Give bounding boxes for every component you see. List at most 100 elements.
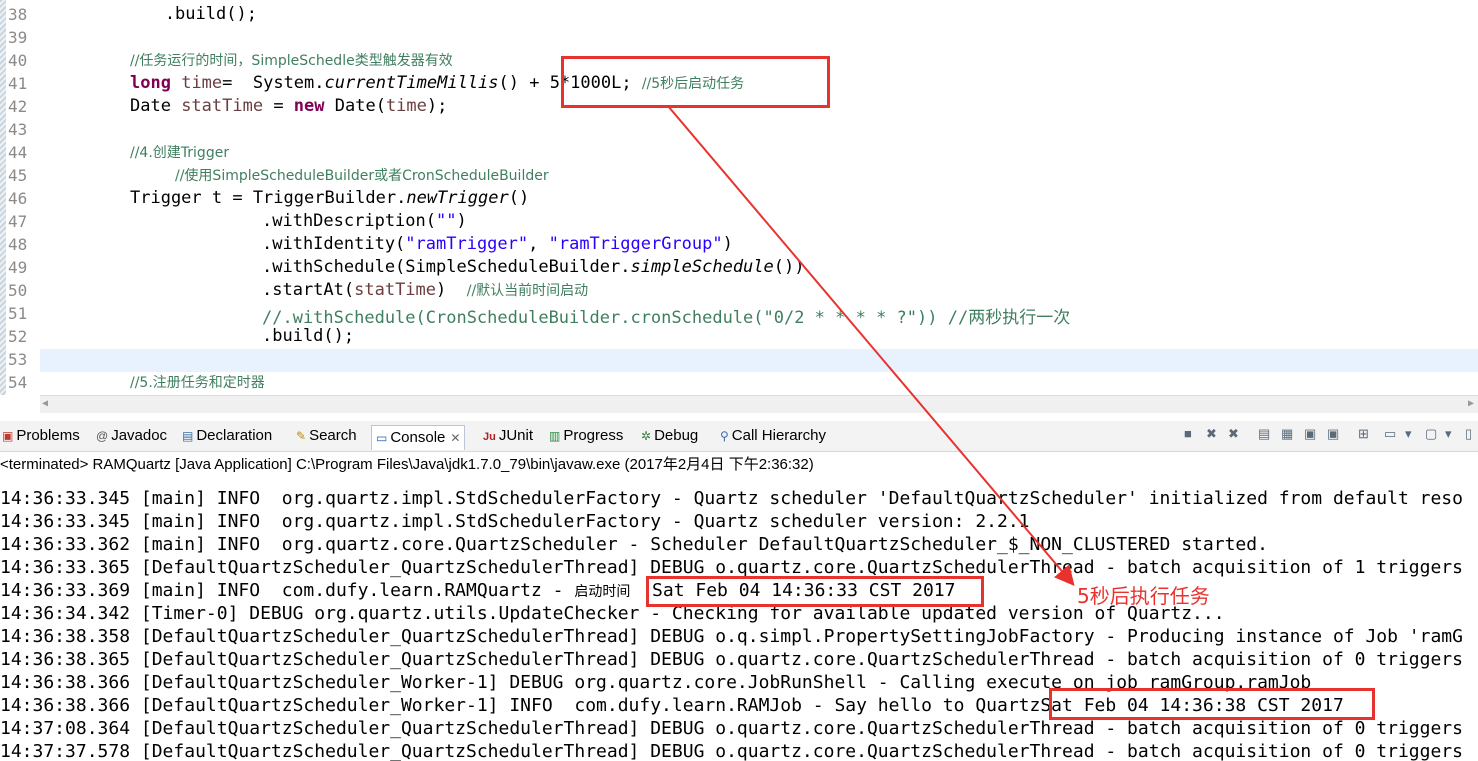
chevron-down-icon[interactable]: ▾ <box>1405 426 1412 442</box>
code-comment: //4.创建Trigger <box>130 145 230 161</box>
line-number: 38 <box>8 5 28 24</box>
console-line: 14:36:33.365 [DefaultQuartzScheduler_Qua… <box>0 557 1463 578</box>
line-number: 52 <box>8 327 28 346</box>
code-text: ) <box>456 211 467 231</box>
tab-progress[interactable]: ▥ Progress <box>549 427 623 444</box>
code-text: ) <box>436 280 467 300</box>
tab-label: JUnit <box>498 427 534 444</box>
code-comment: //5.注册任务和定时器 <box>130 375 265 391</box>
code-text: , <box>528 234 549 254</box>
console-icon: ▭ <box>376 431 388 445</box>
code-text: .withSchedule(SimpleScheduleBuilder. <box>262 257 631 277</box>
code-line[interactable]: .withSchedule(SimpleScheduleBuilder.simp… <box>262 257 804 277</box>
tab-call-hierarchy[interactable]: ⚲ Call Hierarchy <box>720 427 826 444</box>
code-string: "ramTriggerGroup" <box>548 234 723 254</box>
editor-horizontal-scrollbar[interactable]: ◀ ▶ <box>40 395 1478 413</box>
console-view-tabbar: ▣ Problems @ Javadoc ▤ Declaration ✎ Search … <box>0 421 1478 452</box>
code-comment: //任务运行的时间，SimpleSchedle类型触发器有效 <box>130 53 453 69</box>
bug-icon: ✲ <box>641 429 652 443</box>
code-line[interactable]: //4.创建Trigger <box>130 142 229 162</box>
problems-icon: ▣ <box>2 429 14 443</box>
scroll-lock-icon[interactable]: ▦ <box>1281 426 1293 442</box>
remove-launch-icon[interactable]: ✖ <box>1206 426 1217 442</box>
tab-javadoc[interactable]: @ Javadoc <box>96 427 167 444</box>
show-on-error-icon[interactable]: ▣ <box>1327 426 1339 442</box>
annotation-box-code <box>561 56 830 108</box>
code-method: newTrigger <box>406 188 509 208</box>
code-comment: //使用SimpleScheduleBuilder或者CronScheduleB… <box>175 168 549 184</box>
tab-label: Debug <box>654 427 699 444</box>
code-line[interactable]: Date statTime = new Date(time); <box>130 96 447 116</box>
code-string: "ramTrigger" <box>405 234 529 254</box>
junit-icon: Ju <box>483 431 496 443</box>
show-on-output-icon[interactable]: ▣ <box>1304 426 1316 442</box>
code-line[interactable]: //5.注册任务和定时器 <box>130 372 265 392</box>
tab-label: Search <box>309 427 357 444</box>
code-text: = System. <box>222 73 325 93</box>
display-console-icon[interactable]: ▭ <box>1384 426 1396 442</box>
line-number: 48 <box>8 235 28 254</box>
code-type: Date <box>130 96 182 116</box>
clear-console-icon[interactable]: ▤ <box>1258 426 1270 442</box>
code-line[interactable]: Trigger t = TriggerBuilder.newTrigger() <box>130 188 529 208</box>
remove-all-icon[interactable]: ✖ <box>1228 426 1239 442</box>
console-line: 14:36:38.358 [DefaultQuartzScheduler_Qua… <box>0 626 1463 647</box>
code-text: Date( <box>324 96 386 116</box>
annotation-box-job-time <box>1049 688 1375 720</box>
line-number: 46 <box>8 189 28 208</box>
line-number: 54 <box>8 373 28 392</box>
scroll-right-arrow-icon[interactable]: ▶ <box>1468 398 1474 409</box>
code-variable: statTime <box>181 96 264 116</box>
scroll-left-arrow-icon[interactable]: ◀ <box>42 398 48 409</box>
minimize-icon[interactable]: ▯ <box>1465 426 1472 442</box>
code-line[interactable]: .build(); <box>262 326 354 346</box>
code-line[interactable]: //使用SimpleScheduleBuilder或者CronScheduleB… <box>175 165 549 185</box>
tab-debug[interactable]: ✲ Debug <box>641 427 698 444</box>
console-line: 14:37:08.364 [DefaultQuartzScheduler_Qua… <box>0 718 1463 739</box>
terminate-icon[interactable]: ■ <box>1184 426 1192 441</box>
tab-junit[interactable]: Ju JUnit <box>483 427 533 444</box>
code-comment: //默认当前时间启动 <box>466 283 589 299</box>
pin-console-icon[interactable]: ⊞ <box>1358 426 1369 442</box>
code-text: ) <box>722 234 733 254</box>
tab-label: Declaration <box>196 427 273 444</box>
code-keyword: new <box>293 96 325 116</box>
tab-label: Call Hierarchy <box>731 427 826 444</box>
tab-label: Javadoc <box>111 427 168 444</box>
current-line-highlight <box>40 349 1478 372</box>
code-text: Trigger t = TriggerBuilder. <box>130 188 407 208</box>
code-method: currentTimeMillis <box>324 73 499 93</box>
tab-declaration[interactable]: ▤ Declaration <box>182 427 272 444</box>
hierarchy-icon: ⚲ <box>720 429 729 443</box>
declaration-icon: ▤ <box>182 429 194 443</box>
code-text: ); <box>426 96 448 116</box>
line-number: 51 <box>8 304 28 323</box>
line-number: 53 <box>8 350 28 369</box>
open-console-icon[interactable]: ▢ <box>1425 426 1437 442</box>
code-line[interactable]: //任务运行的时间，SimpleSchedle类型触发器有效 <box>130 50 453 70</box>
console-text: 启动时间 <box>574 584 631 600</box>
code-string: "" <box>436 211 457 231</box>
tab-console[interactable]: ▭ Console ✕ <box>371 425 466 450</box>
code-text: ()) <box>773 257 805 277</box>
tab-problems[interactable]: ▣ Problems <box>2 427 80 444</box>
code-variable: time <box>181 73 223 93</box>
tab-label: Progress <box>563 427 624 444</box>
code-line[interactable]: .withDescription("") <box>262 211 467 231</box>
tab-search[interactable]: ✎ Search <box>296 427 357 444</box>
chevron-down-icon[interactable]: ▾ <box>1445 426 1452 442</box>
console-line: 14:37:37.578 [DefaultQuartzScheduler_Qua… <box>0 741 1463 761</box>
editor-marker-strip <box>0 0 6 395</box>
at-icon: @ <box>96 429 109 443</box>
code-text: = <box>263 96 294 116</box>
close-icon[interactable]: ✕ <box>450 431 460 445</box>
code-line[interactable]: //.withSchedule(CronScheduleBuilder.cron… <box>262 303 1070 328</box>
console-status-line: <terminated> RAMQuartz [Java Application… <box>0 456 814 473</box>
line-number: 40 <box>8 51 28 70</box>
tab-label: Console <box>390 429 446 446</box>
console-line: 14:36:33.345 [main] INFO org.quartz.impl… <box>0 488 1463 509</box>
code-text: .withIdentity( <box>262 234 406 254</box>
code-line[interactable]: .startAt(statTime) //默认当前时间启动 <box>262 280 588 300</box>
code-line[interactable]: .withIdentity("ramTrigger", "ramTriggerG… <box>262 234 733 254</box>
code-line[interactable]: .build(); <box>42 4 257 24</box>
